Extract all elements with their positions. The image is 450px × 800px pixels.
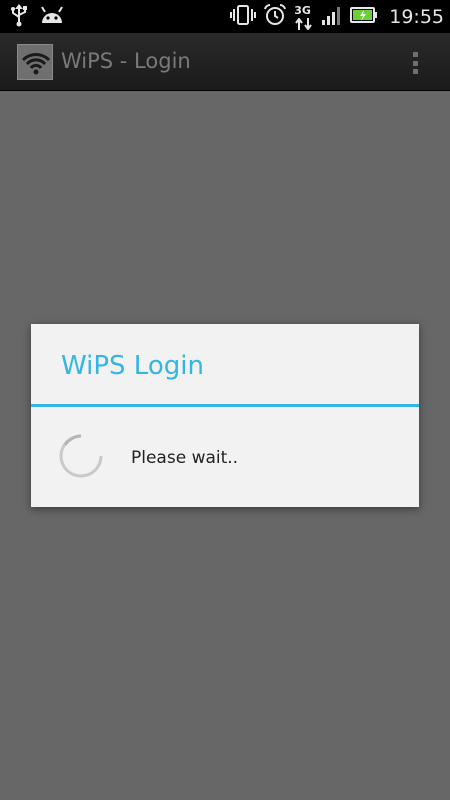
vibrate-icon [230,4,257,31]
status-bar: 3G 19:55 [0,0,450,33]
battery-charging-icon [350,6,378,29]
menu-dot [412,69,418,74]
menu-dot [412,52,418,57]
progress-dialog: WiPS Login Please wait.. [31,324,419,507]
menu-dot [412,60,418,66]
action-bar-title: WiPS - Login [61,49,191,73]
wifi-icon [21,53,51,75]
overflow-menu-icon[interactable] [405,48,425,78]
dialog-message: Please wait.. [131,448,239,468]
alarm-icon [263,3,287,32]
android-icon [39,5,65,30]
usb-icon [10,3,28,32]
action-bar: WiPS - Login [0,33,450,91]
app-icon[interactable] [17,44,53,80]
signal-icon [321,4,343,31]
loading-spinner-icon [59,434,103,478]
status-time: 19:55 [389,6,444,28]
3g-icon: 3G [294,4,314,30]
dialog-divider [31,404,419,407]
dialog-title: WiPS Login [61,351,204,381]
